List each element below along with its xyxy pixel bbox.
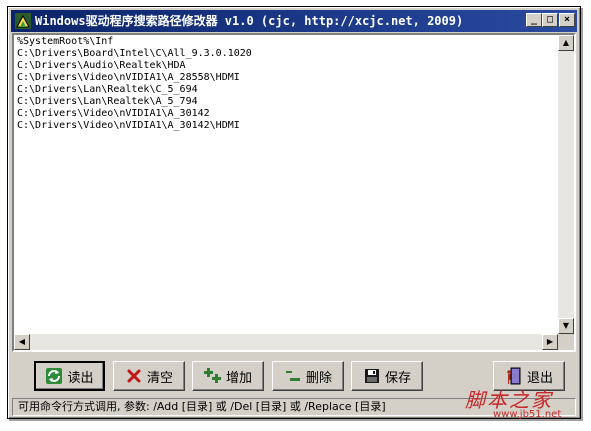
clear-button[interactable]: 清空 <box>113 361 185 391</box>
scroll-left-arrow-icon[interactable]: ◀ <box>14 334 30 350</box>
floppy-disk-icon <box>363 367 381 385</box>
maximize-button[interactable]: □ <box>542 13 558 27</box>
vertical-scrollbar[interactable]: ▲ ▼ <box>558 35 574 334</box>
delete-button-label: 删除 <box>305 370 332 386</box>
close-button[interactable]: × <box>559 13 575 27</box>
scroll-right-arrow-icon[interactable]: ▶ <box>542 334 558 350</box>
path-list-textarea[interactable]: %SystemRoot%\Inf C:\Drivers\Board\Intel\… <box>12 33 576 352</box>
status-text: 可用命令行方式调用, 参数: /Add [目录] 或 /Del [目录] 或 /… <box>18 400 386 413</box>
exit-button-label: 退出 <box>526 370 553 386</box>
site-watermark: 脚本之家 www.jb51.net <box>465 384 585 424</box>
add-button[interactable]: 增加 <box>192 361 264 391</box>
plus-icon <box>203 367 222 385</box>
watermark-url: www.jb51.net <box>493 409 562 420</box>
app-icon <box>15 13 31 29</box>
red-x-icon <box>125 367 143 385</box>
horizontal-scrollbar[interactable]: ◀ ▶ <box>14 334 558 350</box>
app-window: Windows驱动程序搜索路径修改器 v1.0 (cjc, http://xcj… <box>7 6 581 419</box>
path-list-text[interactable]: %SystemRoot%\Inf C:\Drivers\Board\Intel\… <box>17 36 555 132</box>
title-bar[interactable]: Windows驱动程序搜索路径修改器 v1.0 (cjc, http://xcj… <box>11 10 577 32</box>
clear-button-label: 清空 <box>146 370 173 386</box>
save-button[interactable]: 保存 <box>351 361 423 391</box>
read-button[interactable]: 读出 <box>34 361 105 391</box>
save-button-label: 保存 <box>384 370 411 386</box>
minus-icon <box>284 367 302 385</box>
refresh-icon <box>45 367 63 385</box>
scroll-up-arrow-icon[interactable]: ▲ <box>558 35 574 51</box>
scroll-down-arrow-icon[interactable]: ▼ <box>558 318 574 334</box>
add-button-label: 增加 <box>225 370 252 386</box>
minimize-button[interactable]: _ <box>526 13 542 27</box>
read-button-label: 读出 <box>67 370 94 386</box>
window-title: Windows驱动程序搜索路径修改器 v1.0 (cjc, http://xcj… <box>35 14 464 28</box>
exit-door-icon <box>505 367 523 385</box>
scrollbar-corner <box>558 334 574 350</box>
delete-button[interactable]: 删除 <box>272 361 344 391</box>
